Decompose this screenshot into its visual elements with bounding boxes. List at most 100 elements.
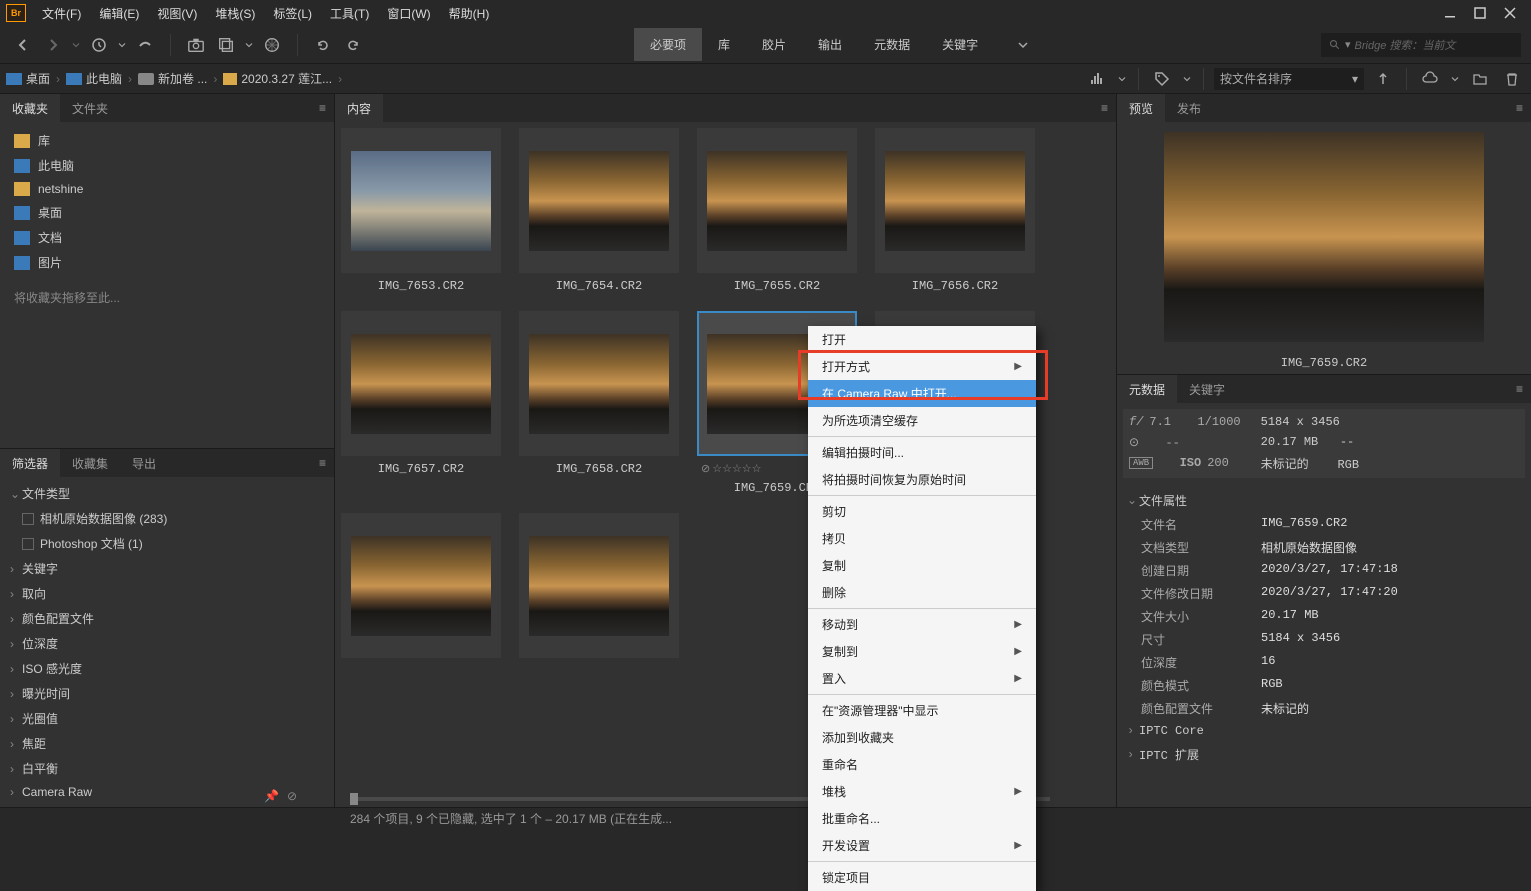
breadcrumb-item[interactable]: 桌面: [6, 70, 50, 87]
filter-category[interactable]: ›位深度: [0, 631, 334, 656]
menu-item[interactable]: 堆栈(S): [207, 2, 263, 25]
tab-filter[interactable]: 筛选器: [0, 449, 60, 478]
minimize-button[interactable]: [1435, 0, 1465, 26]
menu-item[interactable]: 编辑(E): [91, 2, 147, 25]
maximize-button[interactable]: [1465, 0, 1495, 26]
context-menu-item[interactable]: 在 Camera Raw 中打开...: [808, 380, 1036, 407]
thumbnail-item[interactable]: IMG_7657.CR2: [341, 311, 501, 495]
lens-icon[interactable]: [259, 32, 285, 58]
context-menu-item[interactable]: 锁定项目: [808, 864, 1036, 891]
context-menu-item[interactable]: 编辑拍摄时间...: [808, 439, 1036, 466]
camera-import-icon[interactable]: [183, 32, 209, 58]
pin-icon[interactable]: 📌: [264, 789, 279, 803]
context-menu-item[interactable]: 打开方式▶: [808, 353, 1036, 380]
tab-export[interactable]: 导出: [120, 449, 168, 478]
preview-menu-icon[interactable]: ≡: [1508, 101, 1531, 115]
section-file-props[interactable]: ⌄文件属性: [1127, 488, 1521, 513]
context-menu-item[interactable]: 将拍摄时间恢复为原始时间: [808, 466, 1036, 493]
workspace-tab[interactable]: 库: [702, 28, 746, 61]
context-menu-item[interactable]: 在"资源管理器"中显示: [808, 697, 1036, 724]
context-menu-item[interactable]: 为所选项清空缓存: [808, 407, 1036, 434]
histogram-dropdown[interactable]: [1116, 66, 1128, 92]
menu-item[interactable]: 视图(V): [149, 2, 205, 25]
rotate-cw-button[interactable]: [340, 32, 366, 58]
cloud-icon[interactable]: [1417, 66, 1443, 92]
sort-dropdown[interactable]: 按文件名排序▾: [1214, 68, 1364, 90]
filter-category[interactable]: ⌄文件类型: [0, 481, 334, 506]
forward-dropdown[interactable]: [70, 32, 82, 58]
context-menu-item[interactable]: 批重命名...: [808, 805, 1036, 832]
filter-option[interactable]: 相机原始数据图像 (283): [0, 506, 334, 531]
context-menu-item[interactable]: 剪切: [808, 498, 1036, 525]
context-menu-item[interactable]: 堆栈▶: [808, 778, 1036, 805]
sort-asc-button[interactable]: [1370, 66, 1396, 92]
new-folder-icon[interactable]: [1467, 66, 1493, 92]
breadcrumb-item[interactable]: 2020.3.27 莲江...: [223, 70, 332, 87]
menu-item[interactable]: 工具(T): [322, 2, 377, 25]
delete-icon[interactable]: [1499, 66, 1525, 92]
breadcrumb-item[interactable]: 此电脑: [66, 70, 122, 87]
workspace-tab[interactable]: 必要项: [634, 28, 702, 61]
context-menu-item[interactable]: 移动到▶: [808, 611, 1036, 638]
back-button[interactable]: [10, 32, 36, 58]
recent-button[interactable]: [86, 32, 112, 58]
tab-dropdown[interactable]: [1010, 32, 1036, 58]
tab-metadata[interactable]: 元数据: [1117, 375, 1177, 404]
context-menu-item[interactable]: 拷贝: [808, 525, 1036, 552]
filter-menu-icon[interactable]: ≡: [311, 456, 334, 470]
thumbnail-item[interactable]: IMG_7653.CR2: [341, 128, 501, 293]
thumbnail-item[interactable]: [519, 513, 679, 658]
tab-folders[interactable]: 文件夹: [60, 94, 120, 123]
workspace-tab[interactable]: 元数据: [858, 28, 926, 61]
search-input[interactable]: ▾ Bridge 搜索：当前文: [1321, 33, 1521, 57]
context-menu-item[interactable]: 复制到▶: [808, 638, 1036, 665]
context-menu-item[interactable]: 删除: [808, 579, 1036, 606]
filter-category[interactable]: ›取向: [0, 581, 334, 606]
forward-button[interactable]: [40, 32, 66, 58]
favorite-item[interactable]: netshine: [0, 178, 334, 200]
thumbnail-item[interactable]: IMG_7655.CR2: [697, 128, 857, 293]
filter-category[interactable]: ›光圈值: [0, 706, 334, 731]
recent-dropdown[interactable]: [116, 32, 128, 58]
context-menu-item[interactable]: 开发设置▶: [808, 832, 1036, 859]
workspace-tab[interactable]: 关键字: [926, 28, 994, 61]
menu-item[interactable]: 标签(L): [265, 2, 320, 25]
rotate-ccw-button[interactable]: [310, 32, 336, 58]
thumbnail-item[interactable]: IMG_7654.CR2: [519, 128, 679, 293]
cloud-dropdown[interactable]: [1449, 66, 1461, 92]
close-button[interactable]: [1495, 0, 1525, 26]
tab-content[interactable]: 内容: [335, 94, 383, 123]
thumbnail-item[interactable]: IMG_7656.CR2: [875, 128, 1035, 293]
favorite-item[interactable]: 此电脑: [0, 153, 334, 178]
menu-item[interactable]: 帮助(H): [441, 2, 498, 25]
menu-item[interactable]: 窗口(W): [379, 2, 438, 25]
tab-preview[interactable]: 预览: [1117, 94, 1165, 123]
panel-menu-icon[interactable]: ≡: [311, 101, 334, 115]
context-menu-item[interactable]: 添加到收藏夹: [808, 724, 1036, 751]
content-menu-icon[interactable]: ≡: [1093, 101, 1116, 115]
filter-category[interactable]: ›白平衡: [0, 756, 334, 781]
workspace-tab[interactable]: 胶片: [746, 28, 802, 61]
context-menu-item[interactable]: 打开: [808, 326, 1036, 353]
tag-dropdown[interactable]: [1181, 66, 1193, 92]
stack-icon[interactable]: [213, 32, 239, 58]
tag-icon[interactable]: [1149, 66, 1175, 92]
tab-keywords[interactable]: 关键字: [1177, 375, 1237, 404]
workspace-tab[interactable]: 输出: [802, 28, 858, 61]
favorite-item[interactable]: 图片: [0, 250, 334, 275]
filter-category[interactable]: ›曝光时间: [0, 681, 334, 706]
tab-publish[interactable]: 发布: [1165, 94, 1213, 123]
filter-category[interactable]: ›焦距: [0, 731, 334, 756]
context-menu-item[interactable]: 置入▶: [808, 665, 1036, 692]
favorite-item[interactable]: 文档: [0, 225, 334, 250]
filter-category[interactable]: ›颜色配置文件: [0, 606, 334, 631]
stack-dropdown[interactable]: [243, 32, 255, 58]
histogram-icon[interactable]: [1084, 66, 1110, 92]
section-iptc-core[interactable]: ›IPTC Core: [1127, 720, 1521, 742]
favorite-item[interactable]: 桌面: [0, 200, 334, 225]
tab-favorites[interactable]: 收藏夹: [0, 94, 60, 123]
context-menu-item[interactable]: 复制: [808, 552, 1036, 579]
filter-category[interactable]: ›关键字: [0, 556, 334, 581]
filter-category[interactable]: ›ISO 感光度: [0, 656, 334, 681]
filter-option[interactable]: Photoshop 文档 (1): [0, 531, 334, 556]
